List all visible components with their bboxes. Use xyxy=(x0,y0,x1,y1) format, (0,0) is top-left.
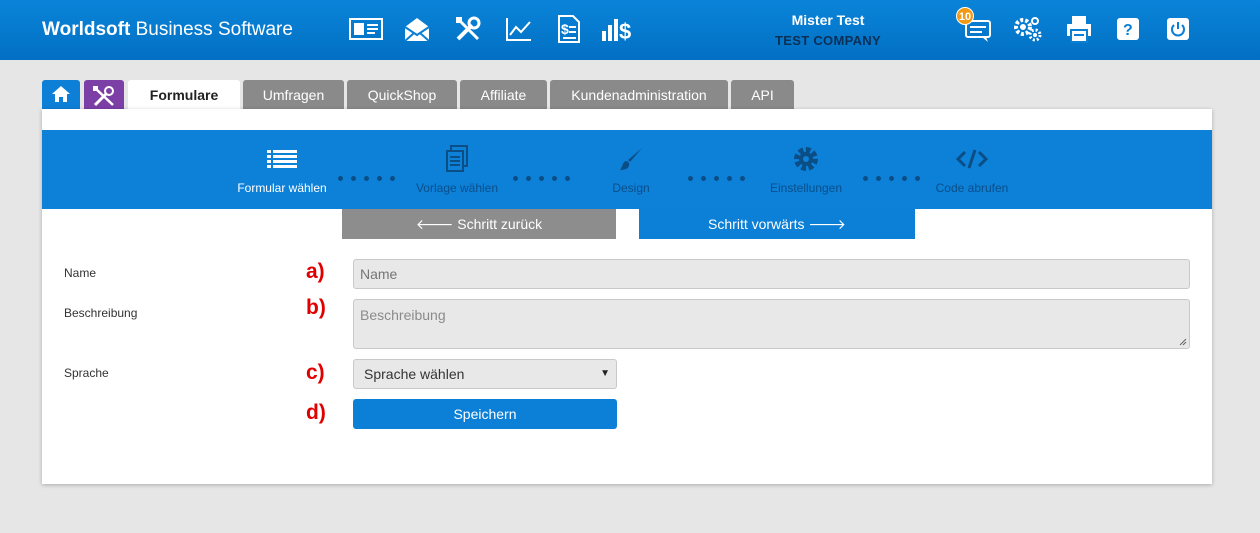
messages-icon[interactable]: 10 xyxy=(956,7,994,45)
description-label: Beschreibung xyxy=(64,306,138,320)
power-icon[interactable] xyxy=(1161,13,1195,45)
notification-badge: 10 xyxy=(956,7,974,25)
step-code-abrufen[interactable]: Code abrufen xyxy=(902,130,1042,209)
home-icon xyxy=(52,86,70,102)
language-selected-value: Sprache wählen xyxy=(364,366,465,382)
marker-a: a) xyxy=(306,260,325,283)
tools-icon[interactable] xyxy=(451,13,485,45)
contact-card-icon[interactable] xyxy=(349,13,383,45)
tab-quickshop[interactable]: QuickShop xyxy=(347,80,457,110)
tab-formulare[interactable]: Formulare xyxy=(128,80,240,110)
settings-icon[interactable] xyxy=(1011,13,1045,45)
step-vorlage-waehlen[interactable]: Vorlage wählen xyxy=(387,130,527,209)
step-label: Formular wählen xyxy=(237,181,327,195)
dropdown-arrow-icon: ▼ xyxy=(600,368,610,379)
tab-kundenadministration[interactable]: Kundenadministration xyxy=(550,80,728,110)
description-placeholder: Beschreibung xyxy=(360,307,446,323)
top-header: Worldsoft Business Software $ $ Mister T… xyxy=(0,0,1260,60)
tab-api[interactable]: API xyxy=(731,80,794,110)
step-label: Einstellungen xyxy=(769,181,843,195)
help-icon[interactable]: ? xyxy=(1111,13,1145,45)
brand-logo[interactable]: Worldsoft Business Software xyxy=(42,19,293,41)
code-icon xyxy=(902,145,1042,173)
print-icon[interactable] xyxy=(1062,13,1096,45)
save-button[interactable]: Speichern xyxy=(353,399,617,429)
svg-text:$: $ xyxy=(561,21,569,37)
marker-c: c) xyxy=(306,361,325,384)
svg-text:$: $ xyxy=(619,19,631,43)
language-select[interactable]: Sprache wählen ▼ xyxy=(353,359,617,389)
step-back-button[interactable]: 🡐 Schritt zurück xyxy=(342,209,616,239)
name-input[interactable] xyxy=(353,259,1190,289)
invoice-icon[interactable]: $ xyxy=(551,13,585,45)
step-label: Design xyxy=(612,181,650,195)
step-formular-waehlen[interactable]: Formular wählen xyxy=(212,130,352,209)
tab-umfragen[interactable]: Umfragen xyxy=(243,80,344,110)
tools-icon xyxy=(93,86,114,107)
step-design[interactable]: Design xyxy=(561,130,701,209)
company-name: TEST COMPANY xyxy=(775,33,881,48)
brush-icon xyxy=(561,145,701,173)
marker-b: b) xyxy=(306,296,326,319)
tab-affiliate[interactable]: Affiliate xyxy=(460,80,547,110)
list-icon xyxy=(212,145,352,173)
tab-home[interactable] xyxy=(42,80,80,110)
gear-icon xyxy=(736,145,876,173)
step-forward-button[interactable]: Schritt vorwärts 🡒 xyxy=(639,209,915,239)
chart-icon[interactable] xyxy=(502,13,536,45)
step-einstellungen[interactable]: Einstellungen xyxy=(736,130,876,209)
language-label: Sprache xyxy=(64,366,109,380)
document-icon xyxy=(387,145,527,173)
step-label: Vorlage wählen xyxy=(415,181,499,195)
resize-handle-icon[interactable] xyxy=(1179,338,1187,346)
content-panel: Formular wählen Vorlage wählen Design Ei… xyxy=(42,109,1212,484)
tab-tools[interactable] xyxy=(84,80,124,110)
step-wizard: Formular wählen Vorlage wählen Design Ei… xyxy=(42,130,1212,209)
name-label: Name xyxy=(64,266,97,280)
description-textarea[interactable]: Beschreibung xyxy=(353,299,1190,349)
svg-text:?: ? xyxy=(1123,22,1133,39)
marker-d: d) xyxy=(306,401,326,424)
step-label: Code abrufen xyxy=(935,181,1009,195)
mail-icon[interactable] xyxy=(400,13,434,45)
revenue-icon[interactable]: $ xyxy=(600,13,634,45)
user-name: Mister Test xyxy=(791,12,865,28)
